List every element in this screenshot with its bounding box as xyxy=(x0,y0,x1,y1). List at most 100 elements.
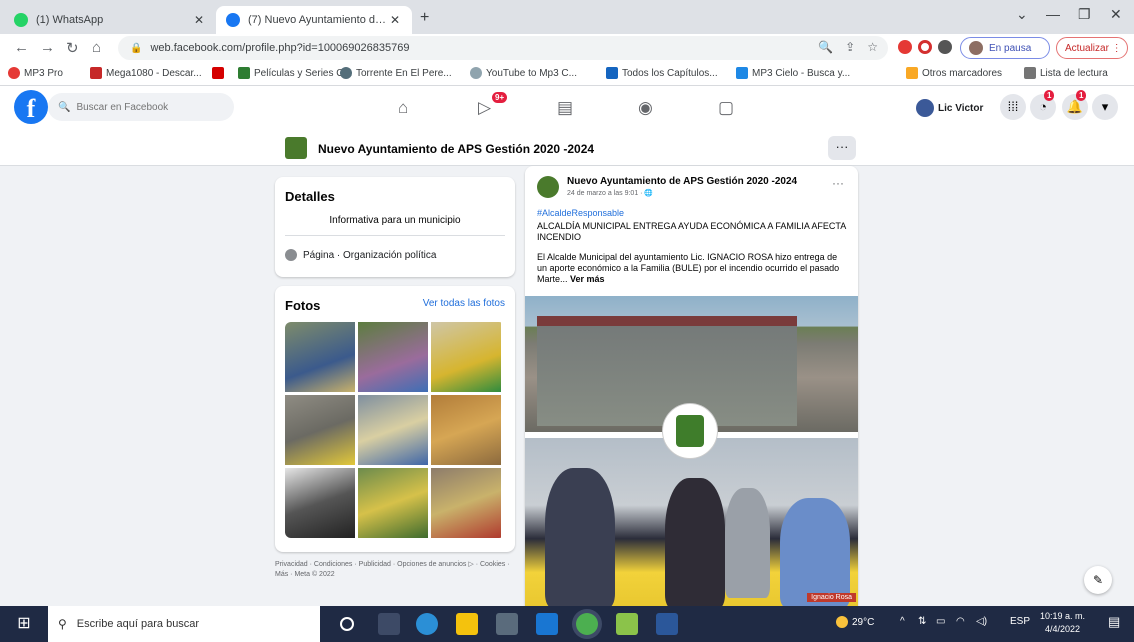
reload-icon[interactable]: ↻ xyxy=(66,39,79,57)
tab-search-icon[interactable]: ⌄ xyxy=(1016,6,1028,23)
profile-link[interactable]: Lic Victor xyxy=(916,94,983,122)
post-timestamp[interactable]: 24 de marzo a las 9:01 · 🌐 xyxy=(567,189,653,197)
system-clock[interactable]: 10:19 a. m. 4/4/2022 xyxy=(1040,610,1085,636)
photo-thumbnail[interactable] xyxy=(431,468,501,538)
reading-list[interactable]: Lista de lectura xyxy=(1024,67,1108,79)
bookmark-capitulos[interactable]: Todos los Capítulos... xyxy=(606,67,718,79)
extension-icon[interactable] xyxy=(898,40,912,54)
opera-icon[interactable] xyxy=(918,40,932,54)
photo-thumbnail[interactable] xyxy=(431,322,501,392)
task-view-icon[interactable] xyxy=(378,613,400,635)
page-header-bar: Nuevo Ayuntamiento de APS Gestión 2020 -… xyxy=(0,130,1134,166)
edge-icon[interactable] xyxy=(416,613,438,635)
update-button[interactable]: Actualizar ⋮ xyxy=(1056,37,1128,59)
share-icon[interactable]: ⇪ xyxy=(845,40,855,54)
sun-icon xyxy=(836,616,848,628)
page-logo[interactable] xyxy=(285,137,307,159)
new-tab-button[interactable]: + xyxy=(420,9,429,27)
update-label: Actualizar xyxy=(1065,42,1109,54)
photo-thumbnail[interactable] xyxy=(285,468,355,538)
bookmark-otros[interactable]: Otros marcadores xyxy=(906,67,1002,79)
windows-start-icon[interactable]: ⊞ xyxy=(0,606,48,642)
post-image-delivery[interactable]: Ignacio Rosa xyxy=(525,438,858,606)
home-icon[interactable]: ⌂ xyxy=(92,39,101,56)
post-headline: ALCALDÍA MUNICIPAL ENTREGA AYUDA ECONÓMI… xyxy=(537,221,846,242)
language-indicator[interactable]: ESP xyxy=(1010,616,1030,627)
bookmark-torrente[interactable]: Torrente En El Pere... xyxy=(340,67,452,79)
address-bar[interactable]: 🔒 web.facebook.com/profile.php?id=100069… xyxy=(118,36,888,60)
close-icon[interactable]: ✕ xyxy=(192,13,206,27)
photo-thumbnail[interactable] xyxy=(285,322,355,392)
weather-widget[interactable]: 29°C xyxy=(836,616,874,628)
star-icon[interactable]: ☆ xyxy=(867,40,878,54)
page-footer[interactable]: Privacidad · Condiciones · Publicidad · … xyxy=(275,560,515,580)
photo-caption: Ignacio Rosa xyxy=(807,593,856,602)
photo-thumbnail[interactable] xyxy=(431,395,501,465)
tray-chevron-icon[interactable]: ^ xyxy=(900,616,905,627)
bookmark-peliculas[interactable]: Películas y Series O... xyxy=(238,67,352,79)
zoom-icon[interactable]: 🔍 xyxy=(818,40,833,54)
photo-thumbnail[interactable] xyxy=(285,395,355,465)
bookmark-youtube-mp3[interactable]: YouTube to Mp3 C... xyxy=(470,67,577,79)
tab-facebook[interactable]: (7) Nuevo Ayuntamiento de APS ✕ xyxy=(216,6,412,34)
word-icon[interactable] xyxy=(656,613,678,635)
facebook-header: f 🔍 ⌂ ▷ 9+ ▤ ◉ ▢ Lic Victor ⁞⁞⁞ ◔ 1 🔔 1 … xyxy=(0,86,1134,130)
photo-thumbnail[interactable] xyxy=(358,468,428,538)
mail-icon[interactable] xyxy=(536,613,558,635)
post-card: Nuevo Ayuntamiento de APS Gestión 2020 -… xyxy=(525,166,858,606)
groups-icon[interactable]: ◉ xyxy=(638,98,653,118)
post-options-button[interactable]: ··· xyxy=(832,176,844,190)
facebook-search[interactable]: 🔍 xyxy=(48,93,234,121)
home-icon[interactable]: ⌂ xyxy=(398,98,408,118)
whatsapp-icon xyxy=(14,13,28,27)
photo-thumbnail[interactable] xyxy=(358,322,428,392)
person-figure xyxy=(545,468,615,606)
menu-grid-icon[interactable]: ⁞⁞⁞ xyxy=(1000,94,1026,120)
bookmark-mega1080[interactable]: Mega1080 - Descar... xyxy=(90,67,202,79)
profile-pill[interactable]: En pausa xyxy=(960,37,1050,59)
photo-thumbnail[interactable] xyxy=(358,395,428,465)
forward-icon[interactable]: → xyxy=(40,39,55,56)
chrome-icon[interactable] xyxy=(576,613,598,635)
gaming-icon[interactable]: ▢ xyxy=(718,98,734,118)
tab-whatsapp[interactable]: (1) WhatsApp ✕ xyxy=(4,6,216,34)
facebook-logo[interactable]: f xyxy=(14,90,48,124)
app-icon[interactable] xyxy=(616,613,638,635)
close-icon[interactable]: ✕ xyxy=(388,13,402,27)
close-window-button[interactable]: ✕ xyxy=(1110,6,1122,23)
youtube-icon xyxy=(212,67,224,79)
maximize-button[interactable]: ❐ xyxy=(1078,6,1091,23)
more-options-button[interactable]: ··· xyxy=(828,136,856,160)
wifi-icon[interactable]: ◠ xyxy=(956,616,965,627)
watch-icon[interactable]: ▷ xyxy=(478,98,491,118)
page-avatar[interactable] xyxy=(537,176,559,198)
search-input[interactable] xyxy=(76,101,227,113)
see-all-photos-link[interactable]: Ver todas las fotos xyxy=(423,298,505,309)
taskbar-search[interactable]: ⚲ Escribe aquí para buscar xyxy=(48,606,320,642)
volume-icon[interactable]: ◁) xyxy=(976,616,987,627)
tab-title: (7) Nuevo Ayuntamiento de APS xyxy=(248,14,388,26)
file-explorer-icon[interactable] xyxy=(456,613,478,635)
page-title[interactable]: Nuevo Ayuntamiento de APS Gestión 2020 -… xyxy=(318,142,594,156)
bookmark-icon xyxy=(470,67,482,79)
marketplace-icon[interactable]: ▤ xyxy=(557,98,573,118)
bookmark-label: YouTube to Mp3 C... xyxy=(486,67,577,79)
cortana-icon[interactable] xyxy=(340,617,354,631)
store-icon[interactable] xyxy=(496,613,518,635)
minimize-button[interactable]: — xyxy=(1046,6,1060,22)
notifications-icon[interactable]: ▤ xyxy=(1108,614,1120,630)
bookmark-icon xyxy=(606,67,618,79)
bookmark-mp3pro[interactable]: MP3 Pro xyxy=(8,67,63,79)
bookmark-youtube[interactable] xyxy=(212,67,224,79)
account-chevron-icon[interactable]: ▾ xyxy=(1092,94,1118,120)
bookmark-icon xyxy=(90,67,102,79)
post-author[interactable]: Nuevo Ayuntamiento de APS Gestión 2020 -… xyxy=(567,176,797,187)
bookmark-mp3cielo[interactable]: MP3 Cielo - Busca y... xyxy=(736,67,850,79)
battery-icon[interactable]: ▭ xyxy=(936,616,945,627)
puzzle-icon[interactable] xyxy=(938,40,952,54)
back-icon[interactable]: ← xyxy=(14,39,29,56)
network-icon[interactable]: ⇅ xyxy=(918,616,926,627)
post-hashtag[interactable]: #AlcaldeResponsable xyxy=(537,208,624,218)
see-more-link[interactable]: Ver más xyxy=(570,274,605,284)
new-message-button[interactable]: ✎ xyxy=(1084,566,1112,594)
